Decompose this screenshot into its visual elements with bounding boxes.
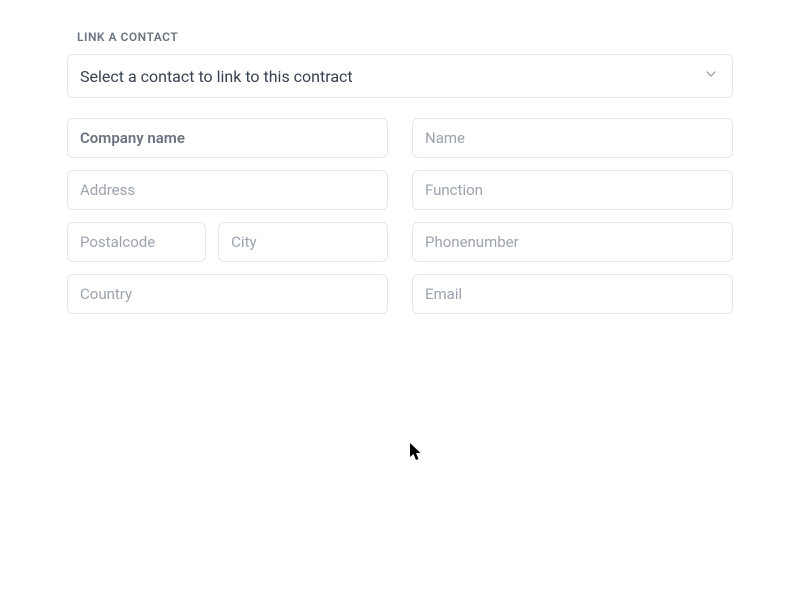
function-input[interactable] <box>412 170 733 210</box>
link-contact-form: LINK A CONTACT Select a contact to link … <box>67 30 733 314</box>
city-input[interactable] <box>218 222 388 262</box>
phonenumber-input[interactable] <box>412 222 733 262</box>
right-column <box>412 118 733 314</box>
address-input[interactable] <box>67 170 388 210</box>
section-label: LINK A CONTACT <box>67 30 733 44</box>
name-input[interactable] <box>412 118 733 158</box>
postal-city-row <box>67 222 388 262</box>
country-input[interactable] <box>67 274 388 314</box>
contact-select-text: Select a contact to link to this contrac… <box>80 67 353 86</box>
email-input[interactable] <box>412 274 733 314</box>
contact-select[interactable]: Select a contact to link to this contrac… <box>67 54 733 98</box>
company-name-input[interactable] <box>67 118 388 158</box>
form-columns <box>67 118 733 314</box>
left-column <box>67 118 388 314</box>
cursor-icon <box>410 443 424 465</box>
postalcode-input[interactable] <box>67 222 206 262</box>
contact-select-wrapper: Select a contact to link to this contrac… <box>67 54 733 98</box>
